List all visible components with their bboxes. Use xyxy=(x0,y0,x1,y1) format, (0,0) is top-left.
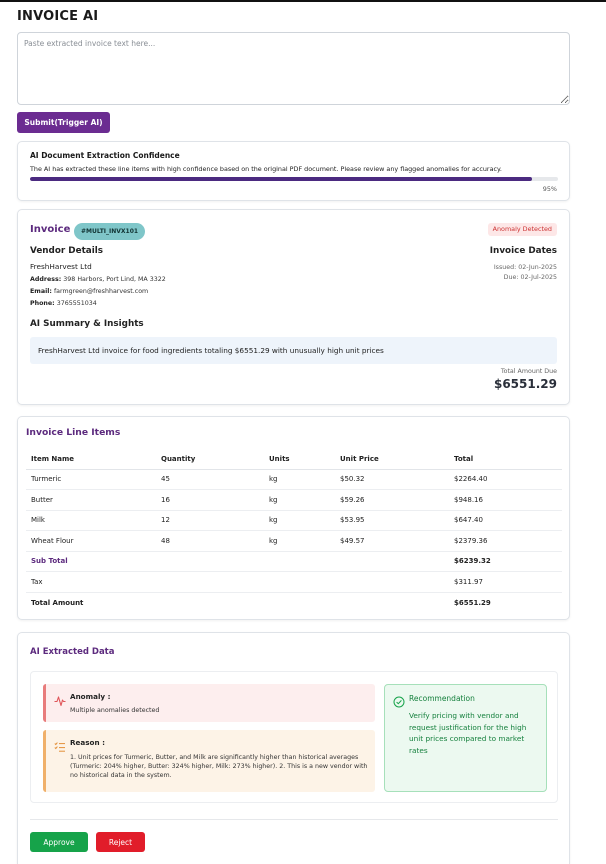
line-items-table: Item Name Quantity Units Unit Price Tota… xyxy=(26,449,562,613)
list-check-icon xyxy=(54,738,66,752)
phone-label: Phone: xyxy=(30,300,55,307)
vendor-address: Address: 398 Harbors, Port Lind, MA 3322 xyxy=(30,276,166,283)
confidence-progress-bar xyxy=(30,177,558,181)
cell-units: kg xyxy=(269,489,340,511)
cell-quantity: 45 xyxy=(161,469,269,490)
ai-extracted-data-heading: AI Extracted Data xyxy=(30,647,115,657)
app-title: INVOICE AI xyxy=(17,9,99,24)
invoice-text-input[interactable] xyxy=(17,32,570,105)
ai-findings-panel: Anomaly : Multiple anomalies detected Re… xyxy=(30,671,558,803)
vendor-name: FreshHarvest Ltd xyxy=(30,262,92,271)
anomaly-title: Anomaly : xyxy=(70,692,111,701)
column-header: Quantity xyxy=(161,449,269,470)
vendor-details-heading: Vendor Details xyxy=(30,246,103,256)
reason-text: 1. Unit prices for Turmeric, Butter, and… xyxy=(70,754,368,779)
cell-unit-price: $59.26 xyxy=(340,489,454,511)
line-items-card: Invoice Line Items Item Name Quantity Un… xyxy=(17,416,570,620)
cell-units: kg xyxy=(269,530,340,552)
address-label: Address: xyxy=(30,276,62,283)
total-amount-row: Total Amount $6551.29 xyxy=(26,592,562,613)
anomaly-text: Multiple anomalies detected xyxy=(70,707,160,714)
total-amount-label: Total Amount xyxy=(31,598,84,607)
cell-unit-price: $50.32 xyxy=(340,469,454,490)
pulse-icon xyxy=(54,692,66,707)
ai-summary-text: FreshHarvest Ltd invoice for food ingred… xyxy=(30,337,557,364)
column-header: Units xyxy=(269,449,340,470)
cell-item-name: Milk xyxy=(26,510,161,531)
ai-summary-heading: AI Summary & Insights xyxy=(30,319,144,329)
top-border xyxy=(0,0,606,2)
invoice-card: Invoice #MULTI_INVX101 Anomaly Detected … xyxy=(17,209,570,405)
vendor-email: Email: farmgreen@freshharvest.com xyxy=(30,288,148,295)
confidence-description: The AI has extracted these line items wi… xyxy=(30,165,502,173)
column-header: Item Name xyxy=(26,449,161,470)
reason-box: Reason : 1. Unit prices for Turmeric, Bu… xyxy=(43,730,375,792)
cell-units: kg xyxy=(269,510,340,531)
column-header: Total xyxy=(454,449,562,470)
submit-trigger-ai-button[interactable]: Submit(Trigger AI) xyxy=(17,112,110,133)
cell-total: $2379.36 xyxy=(454,530,562,552)
cell-unit-price: $53.95 xyxy=(340,510,454,531)
total-amount-due-label: Total Amount Due xyxy=(500,368,557,375)
email-label: Email: xyxy=(30,288,52,295)
subtotal-label: Sub Total xyxy=(26,551,161,572)
approve-button[interactable]: Approve xyxy=(30,832,88,852)
total-amount-due-value: $6551.29 xyxy=(493,377,557,391)
confidence-percent: 95% xyxy=(542,185,557,193)
confidence-title: AI Document Extraction Confidence xyxy=(30,151,180,160)
tax-label: Tax xyxy=(26,571,161,593)
cell-item-name: Turmeric xyxy=(26,469,161,490)
vendor-phone: Phone: 3765551034 xyxy=(30,300,97,307)
tax-row: Tax $311.97 xyxy=(26,571,562,593)
cell-quantity: 48 xyxy=(161,530,269,552)
invoice-id-tag: #MULTI_INVX101 xyxy=(74,223,146,240)
subtotal-row: Sub Total $6239.32 xyxy=(26,551,562,572)
confidence-progress-fill xyxy=(30,177,532,181)
reason-title: Reason : xyxy=(70,738,105,747)
ai-extracted-data-card: AI Extracted Data Anomaly : Multiple ano… xyxy=(17,632,570,864)
line-items-heading: Invoice Line Items xyxy=(26,427,121,438)
cell-quantity: 12 xyxy=(161,510,269,531)
confidence-card: AI Document Extraction Confidence The AI… xyxy=(17,141,570,201)
tax-value: $311.97 xyxy=(454,571,562,593)
recommendation-title: Recommendation xyxy=(409,694,475,703)
table-row: Wheat Flour 48 kg $49.57 $2379.36 xyxy=(26,530,562,552)
anomaly-box: Anomaly : Multiple anomalies detected xyxy=(43,684,375,722)
cell-item-name: Butter xyxy=(26,489,161,511)
invoice-dates-heading: Invoice Dates xyxy=(489,246,557,256)
due-date: Due: 02-Jul-2025 xyxy=(503,274,557,281)
column-header: Unit Price xyxy=(340,449,454,470)
check-circle-icon xyxy=(393,693,405,708)
issued-date: Issued: 02-Jun-2025 xyxy=(493,264,557,271)
table-row: Butter 16 kg $59.26 $948.16 xyxy=(26,489,562,511)
total-amount-value: $6551.29 xyxy=(454,598,491,607)
table-header-row: Item Name Quantity Units Unit Price Tota… xyxy=(26,449,562,470)
divider xyxy=(30,819,558,820)
cell-total: $948.16 xyxy=(454,489,562,511)
address-value: 398 Harbors, Port Lind, MA 3322 xyxy=(63,276,166,283)
cell-total: $647.40 xyxy=(454,510,562,531)
cell-item-name: Wheat Flour xyxy=(26,530,161,552)
cell-units: kg xyxy=(269,469,340,490)
anomaly-status-badge: Anomaly Detected xyxy=(487,223,557,236)
reject-button[interactable]: Reject xyxy=(96,832,145,852)
phone-value: 3765551034 xyxy=(56,300,97,307)
table-row: Turmeric 45 kg $50.32 $2264.40 xyxy=(26,469,562,490)
email-value: farmgreen@freshharvest.com xyxy=(53,288,149,295)
invoice-title: Invoice xyxy=(30,224,71,235)
cell-unit-price: $49.57 xyxy=(340,530,454,552)
subtotal-value: $6239.32 xyxy=(454,551,562,572)
cell-total: $2264.40 xyxy=(454,469,562,490)
recommendation-text: Verify pricing with vendor and request j… xyxy=(409,711,527,755)
table-row: Milk 12 kg $53.95 $647.40 xyxy=(26,510,562,531)
recommendation-box: Recommendation Verify pricing with vendo… xyxy=(384,684,547,792)
cell-quantity: 16 xyxy=(161,489,269,511)
